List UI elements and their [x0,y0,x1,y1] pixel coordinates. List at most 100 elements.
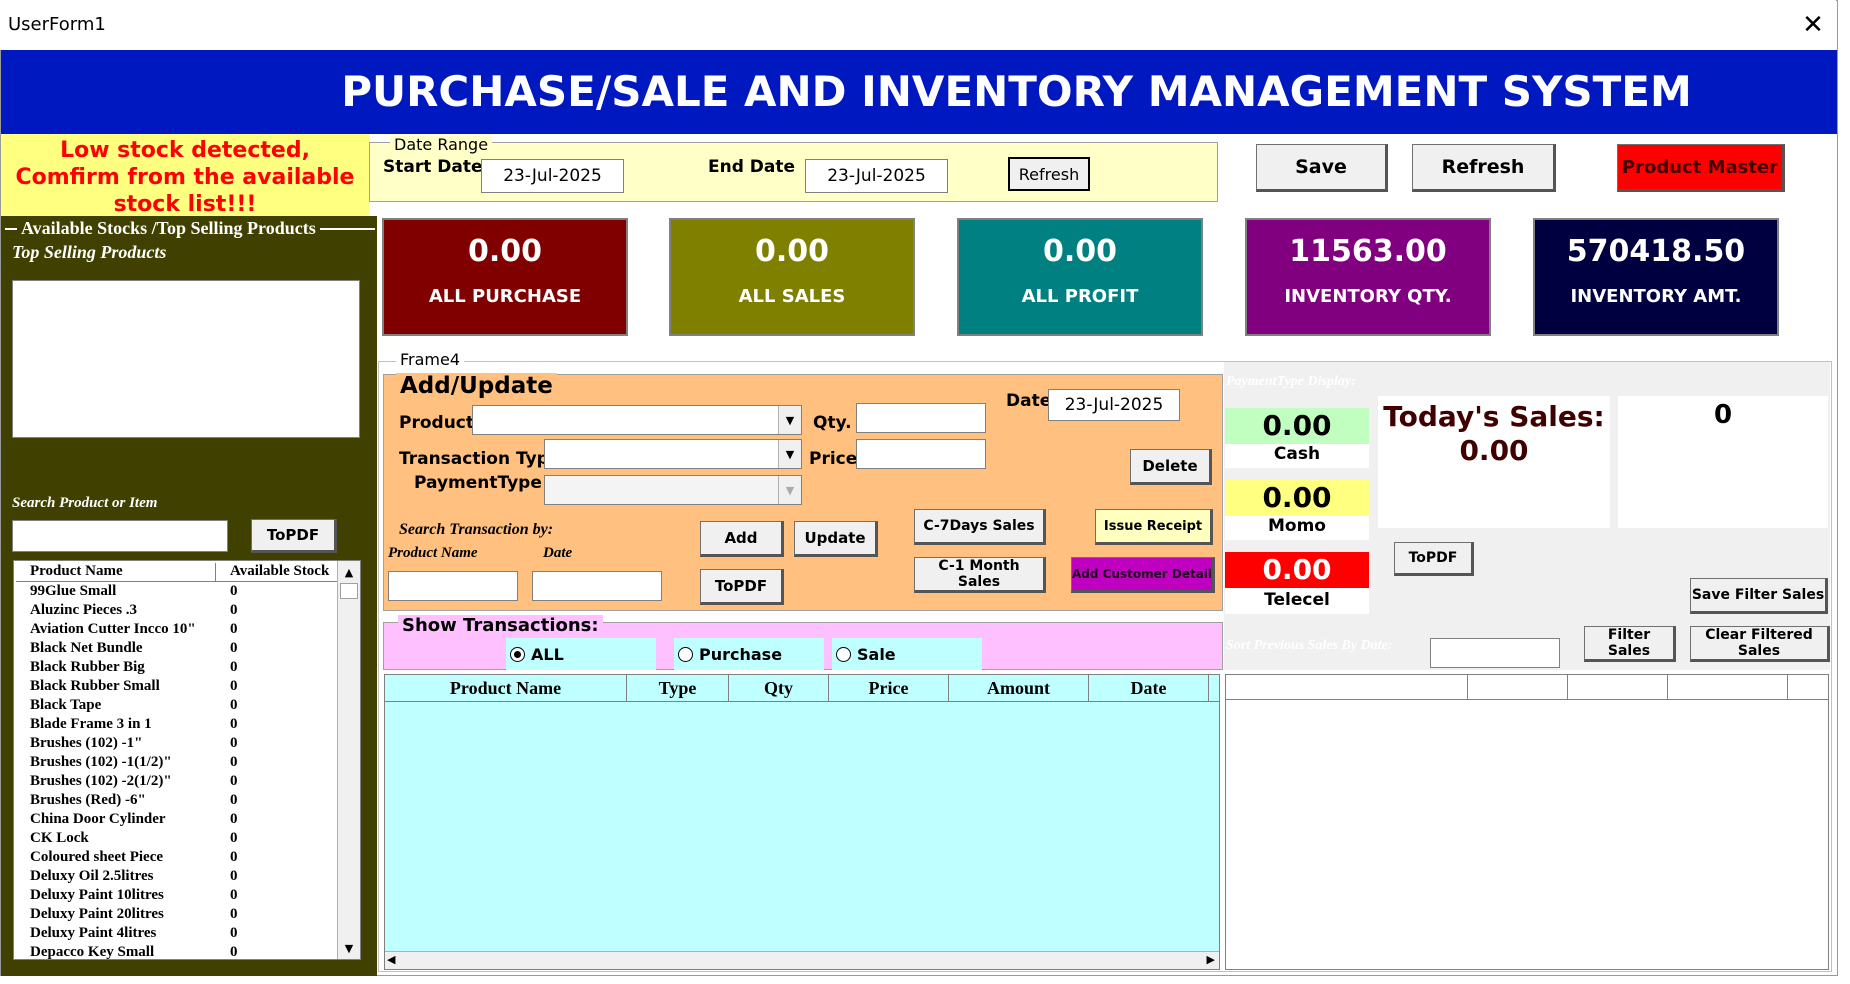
close-icon[interactable]: ✕ [1796,8,1830,42]
radio-sale-label: Sale [857,644,896,664]
search-product-input[interactable] [12,520,228,552]
count-value: 0 [1713,400,1733,430]
qty-input[interactable] [856,403,986,433]
stock-item-qty: 0 [230,754,238,770]
stock-item-qty: 0 [230,602,238,618]
end-date-input[interactable]: 23-Jul-2025 [805,159,948,193]
list-item[interactable]: Black Tape 0 [30,697,340,716]
update-button[interactable]: Update [794,521,878,557]
product-master-button[interactable]: Product Master [1617,144,1785,192]
filter-sales-button[interactable]: Filter Sales [1584,626,1676,662]
search-product-name-label: Product Name [388,545,478,561]
search-product-name-input[interactable] [388,571,518,601]
radio-purchase[interactable]: Purchase [674,638,824,670]
list-item[interactable]: Depacco Key Small 0 [30,944,340,959]
stat-value: 570418.50 [1566,234,1746,269]
clear-filtered-sales-button[interactable]: Clear Filtered Sales [1690,626,1830,662]
list-item[interactable]: Aluzinc Pieces .3 0 [30,602,340,621]
list-item[interactable]: Coloured sheet Piece 0 [30,849,340,868]
list-item[interactable]: 99Glue Small 0 [30,583,340,602]
list-item[interactable]: Deluxy Paint 10litres 0 [30,887,340,906]
payment-topdf-button[interactable]: ToPDF [1394,542,1474,576]
stat-caption: ALL PURCHASE [428,286,582,307]
available-stock-list[interactable]: Product Name Available Stock 99Glue Smal… [13,560,361,960]
list-item[interactable]: Deluxy Paint 20litres 0 [30,906,340,925]
stat-tile: 11563.00 INVENTORY QTY. [1245,218,1491,336]
product-combo[interactable]: ▼ [472,405,802,435]
momo-box: 0.00 Momo [1225,480,1369,540]
list-item[interactable]: Black Rubber Small 0 [30,678,340,697]
date-refresh-button[interactable]: Refresh [1008,157,1090,191]
top-selling-list[interactable] [12,280,360,438]
list-item[interactable]: Brushes (Red) -6" 0 [30,792,340,811]
stock-item-name: Blade Frame 3 in 1 [30,716,152,732]
price-input[interactable] [856,439,986,469]
list-item[interactable]: Black Net Bundle 0 [30,640,340,659]
list-item[interactable]: Brushes (102) -2(1/2)" 0 [30,773,340,792]
transaction-type-combo[interactable]: ▼ [544,439,802,469]
list-item[interactable]: Aviation Cutter Incco 10" 0 [30,621,340,640]
list-item[interactable]: Black Rubber Big 0 [30,659,340,678]
c7days-sales-button[interactable]: C-7Days Sales [914,509,1046,545]
stock-item-qty: 0 [230,583,238,599]
grid-col-product-name: Product Name [385,675,627,701]
radio-all-indicator[interactable] [510,646,525,662]
stat-value: 11563.00 [1289,234,1447,269]
scroll-up-icon[interactable]: ▲ [338,561,360,583]
stock-item-name: Brushes (102) -2(1/2)" [30,773,172,789]
sort-date-input[interactable] [1430,638,1560,668]
add-topdf-button[interactable]: ToPDF [700,569,784,605]
left-topdf-button[interactable]: ToPDF [251,519,337,553]
radio-sale-indicator[interactable] [836,646,851,662]
list-item[interactable]: CK Lock 0 [30,830,340,849]
add-button[interactable]: Add [700,521,784,557]
frame4-caption: Frame4 [396,350,465,369]
issue-receipt-button[interactable]: Issue Receipt [1095,509,1213,545]
save-filter-sales-button[interactable]: Save Filter Sales [1690,578,1828,614]
c1month-sales-button[interactable]: C-1 Month Sales [914,557,1046,593]
list-item[interactable]: Brushes (102) -1" 0 [30,735,340,754]
cash-box: 0.00 Cash [1225,408,1369,468]
stock-item-qty: 0 [230,906,238,922]
transactions-grid-header: Product Name Type Qty Price Amount Date [385,675,1219,702]
stock-item-name: Deluxy Paint 10litres [30,887,164,903]
scroll-right-icon[interactable]: ▶ [1207,953,1215,966]
search-date-input[interactable] [532,571,662,601]
list-item[interactable]: China Door Cylinder 0 [30,811,340,830]
stock-item-name: Black Rubber Big [30,659,145,675]
stat-caption: INVENTORY QTY. [1284,286,1452,307]
add-customer-detail-button[interactable]: Add Customer Detail [1071,557,1215,593]
transactions-grid[interactable]: Product Name Type Qty Price Amount Date … [384,674,1220,970]
show-transactions-frame: Show Transactions: ALL Purchase Sale [383,615,1223,670]
radio-all[interactable]: ALL [506,638,656,670]
radio-all-label: ALL [531,644,564,664]
scroll-thumb[interactable] [340,583,358,599]
delete-button[interactable]: Delete [1130,449,1212,485]
stat-tile: 570418.50 INVENTORY AMT. [1533,218,1779,336]
scroll-left-icon[interactable]: ◀ [387,953,395,966]
chevron-down-icon[interactable]: ▼ [778,476,801,504]
list-item[interactable]: Brushes (102) -1(1/2)" 0 [30,754,340,773]
scroll-down-icon[interactable]: ▼ [338,937,360,959]
payment-type-combo[interactable]: ▼ [544,475,802,505]
stock-list-scrollbar[interactable]: ▲ ▼ [337,561,360,959]
add-date-input[interactable]: 23-Jul-2025 [1048,389,1180,421]
stat-value: 0.00 [754,234,830,269]
filtered-sales-grid[interactable] [1225,674,1829,970]
todays-sales-label: Today's Sales: [1383,400,1605,433]
refresh-button[interactable]: Refresh [1412,144,1556,192]
grid-col-amount: Amount [949,675,1089,701]
chevron-down-icon[interactable]: ▼ [778,440,801,468]
save-button[interactable]: Save [1256,144,1388,192]
filtered-sales-grid-header [1226,675,1828,700]
radio-sale[interactable]: Sale [832,638,982,670]
radio-purchase-indicator[interactable] [678,646,693,662]
chevron-down-icon[interactable]: ▼ [778,406,801,434]
grid-col-date: Date [1089,675,1209,701]
start-date-input[interactable]: 23-Jul-2025 [481,159,624,193]
list-item[interactable]: Blade Frame 3 in 1 0 [30,716,340,735]
grid-horizontal-scrollbar[interactable]: ◀ ▶ [385,951,1219,969]
search-transaction-label: Search Transaction by: [399,521,554,538]
list-item[interactable]: Deluxy Oil 2.5litres 0 [30,868,340,887]
list-item[interactable]: Deluxy Paint 4litres 0 [30,925,340,944]
